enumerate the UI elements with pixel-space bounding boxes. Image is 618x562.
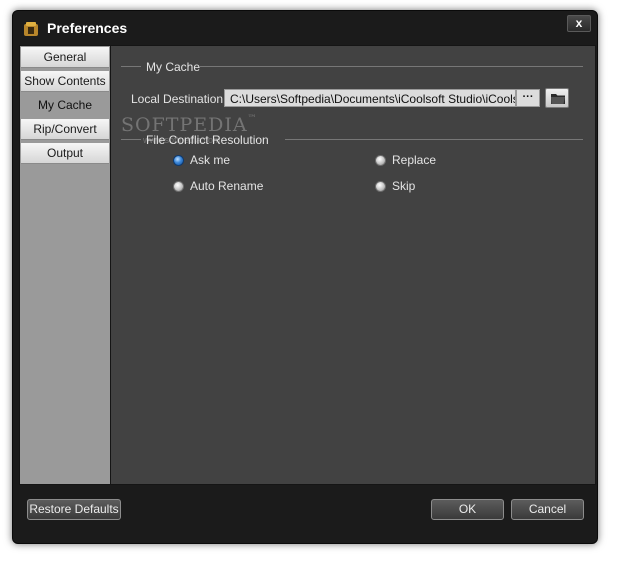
close-button[interactable]: x [567,15,591,32]
radio-unchecked-icon [375,180,386,192]
my-cache-section-label: My Cache [146,60,201,74]
sidebar-item-my-cache[interactable]: My Cache [21,95,109,116]
file-conflict-section-label: File Conflict Resolution [146,133,269,147]
radio-label: Auto Rename [190,179,264,193]
local-destination-field[interactable]: C:\Users\Softpedia\Documents\iCoolsoft S… [224,89,516,107]
sidebar-item-output[interactable]: Output [21,143,109,164]
radio-unchecked-icon [173,180,184,192]
radio-label: Skip [392,179,416,193]
radio-skip[interactable]: Skip [375,179,415,193]
cancel-button[interactable]: Cancel [511,499,584,520]
settings-panel: My Cache Local Destination: C:\Users\Sof… [110,45,596,485]
ok-button[interactable]: OK [431,499,504,520]
window-title: Preferences [47,20,128,36]
section-rule [121,66,141,67]
radio-checked-icon [173,154,184,166]
radio-auto-rename[interactable]: Auto Rename [173,179,263,193]
browse-more-button[interactable]: ··· [516,89,540,107]
sidebar-item-general[interactable]: General [21,47,109,68]
title-bar[interactable]: Preferences x [13,11,597,45]
button-bar: Restore Defaults OK Cancel [19,485,595,539]
section-rule [285,139,583,140]
restore-defaults-button[interactable]: Restore Defaults [27,499,121,520]
preferences-dialog: Preferences x General Show Contents My C… [12,10,598,544]
section-rule [121,139,141,140]
local-destination-label: Local Destination: [131,92,227,106]
sidebar-item-show-contents[interactable]: Show Contents [21,71,109,92]
radio-label: Ask me [190,153,231,167]
open-folder-button[interactable] [545,88,569,108]
radio-label: Replace [392,153,437,167]
section-rule [199,66,583,67]
sidebar: General Show Contents My Cache Rip/Conve… [19,45,111,485]
radio-replace[interactable]: Replace [375,153,436,167]
app-icon [22,20,40,38]
sidebar-item-rip-convert[interactable]: Rip/Convert [21,119,109,140]
radio-ask-me[interactable]: Ask me [173,153,230,167]
radio-unchecked-icon [375,154,386,166]
